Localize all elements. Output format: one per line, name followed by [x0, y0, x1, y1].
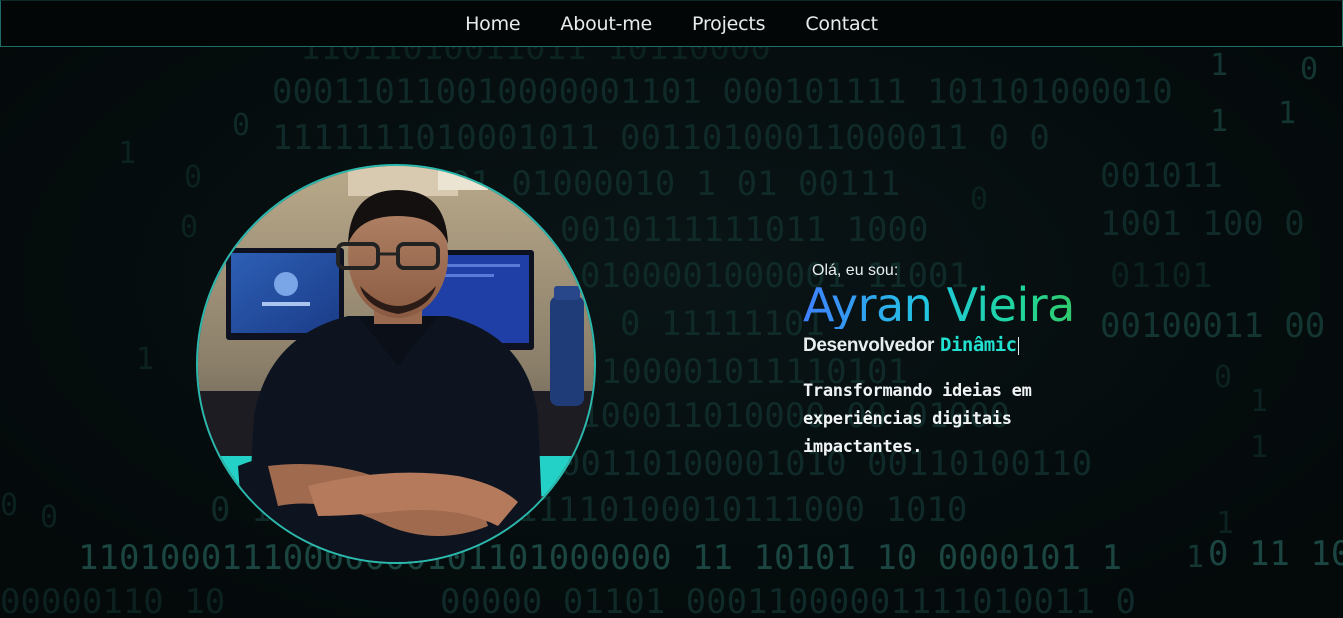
role-typed-wrapper: Dinâmic [940, 333, 1019, 356]
typing-cursor [1017, 337, 1019, 356]
navbar: Home About-me Projects Contact [0, 0, 1343, 47]
nav-link-contact[interactable]: Contact [805, 13, 878, 35]
profile-photo [196, 164, 596, 564]
hero-intro: Olá, eu sou: Ayran Vieira Desenvolvedor … [803, 262, 1223, 461]
page: 11011010011011 10110000 0001101100100000… [0, 0, 1343, 618]
nav-link-home[interactable]: Home [465, 13, 521, 35]
tagline-text: Transformando ideias em experiências dig… [803, 381, 1032, 458]
role-static-text: Desenvolvedor [803, 335, 935, 357]
role-typed-text: Dinâmic [940, 334, 1017, 357]
nav-link-about-me[interactable]: About-me [560, 13, 652, 35]
role-line: Desenvolvedor Dinâmic [803, 333, 1223, 357]
profile-photo-illustration [198, 166, 594, 562]
nav-link-projects[interactable]: Projects [692, 13, 766, 35]
hero-name: Ayran Vieira [803, 278, 1075, 332]
